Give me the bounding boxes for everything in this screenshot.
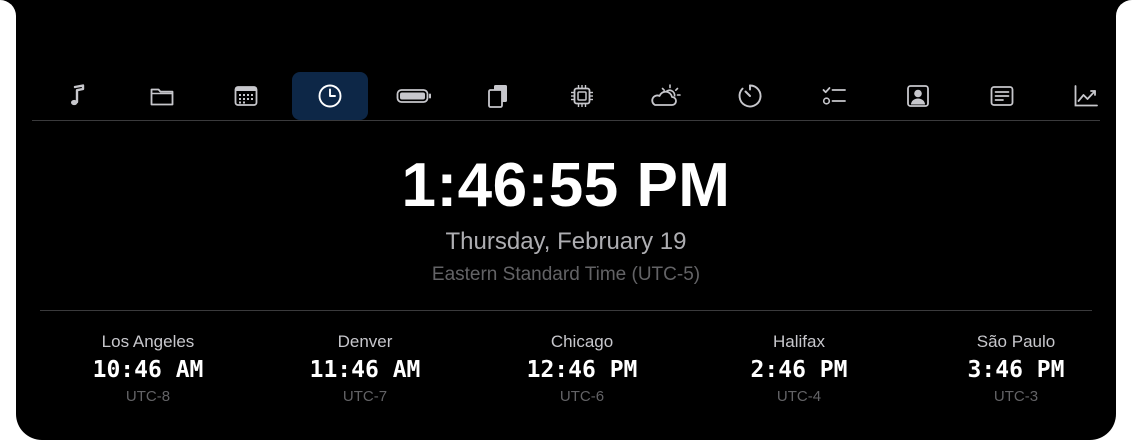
city-offset: UTC-8 <box>125 388 171 405</box>
city-name: São Paulo <box>976 332 1056 351</box>
city-time: 10:46 AM <box>92 357 204 383</box>
checklist-icon <box>822 87 846 105</box>
app-toolbar <box>32 72 1100 120</box>
cpu-icon <box>571 85 593 107</box>
city-time: 12:46 PM <box>526 357 638 383</box>
world-clock-item: Los Angeles 10:46 AM UTC-8 <box>40 330 256 408</box>
toolbar-button-checklist[interactable] <box>796 72 872 120</box>
toolbar-button-documents[interactable] <box>460 72 536 120</box>
city-name: Chicago <box>550 332 614 351</box>
toolbar-button-music[interactable] <box>40 72 116 120</box>
world-clock-item: Denver 11:46 AM UTC-7 <box>257 330 473 408</box>
current-time: 1:46:55 PM <box>401 151 731 220</box>
city-offset: UTC-4 <box>776 388 822 405</box>
section-divider <box>40 310 1092 311</box>
panel-corner-left <box>0 0 16 16</box>
world-clock-item: São Paulo 3:46 PM UTC-3 <box>908 330 1124 408</box>
battery-icon <box>396 89 431 103</box>
world-clock-item: Chicago 12:46 PM UTC-6 <box>474 330 690 408</box>
toolbar-button-clock[interactable] <box>292 72 368 120</box>
city-time: 2:46 PM <box>750 357 848 383</box>
city-name: Los Angeles <box>101 332 195 351</box>
toolbar-button-timer[interactable] <box>712 72 788 120</box>
city-offset: UTC-3 <box>993 388 1039 405</box>
city-time: 3:46 PM <box>967 357 1065 383</box>
panel-corner-right <box>1116 0 1132 16</box>
city-offset: UTC-7 <box>342 388 388 405</box>
city-name: Denver <box>337 332 393 351</box>
toolbar-button-weather[interactable] <box>628 72 704 120</box>
news-icon <box>990 86 1014 106</box>
toolbar-button-battery[interactable] <box>376 72 452 120</box>
folder-icon <box>150 88 174 106</box>
world-clocks: Los Angeles 10:46 AM UTC-8 Denver 11:46 … <box>40 330 1124 420</box>
toolbar-button-news[interactable] <box>964 72 1040 120</box>
calendar-icon <box>234 86 258 106</box>
toolbar-button-calendar[interactable] <box>208 72 284 120</box>
music-note-icon <box>71 84 85 106</box>
chart-line-icon <box>1074 85 1098 107</box>
current-date: Thursday, February 19 <box>445 228 687 255</box>
world-clock-item: Halifax 2:46 PM UTC-4 <box>691 330 907 408</box>
toolbar-button-stocks[interactable] <box>1048 72 1124 120</box>
toolbar-button-files[interactable] <box>124 72 200 120</box>
city-name: Halifax <box>773 332 825 351</box>
weather-icon <box>651 84 681 106</box>
city-time: 11:46 AM <box>309 357 421 383</box>
documents-icon <box>488 85 507 108</box>
toolbar-divider <box>32 120 1100 121</box>
clock-icon <box>318 84 342 108</box>
current-timezone: Eastern Standard Time (UTC-5) <box>431 264 701 285</box>
toolbar-button-cpu[interactable] <box>544 72 620 120</box>
contact-icon <box>907 85 929 107</box>
timer-icon <box>738 84 762 108</box>
toolbar-button-contacts[interactable] <box>880 72 956 120</box>
city-offset: UTC-6 <box>559 388 605 405</box>
